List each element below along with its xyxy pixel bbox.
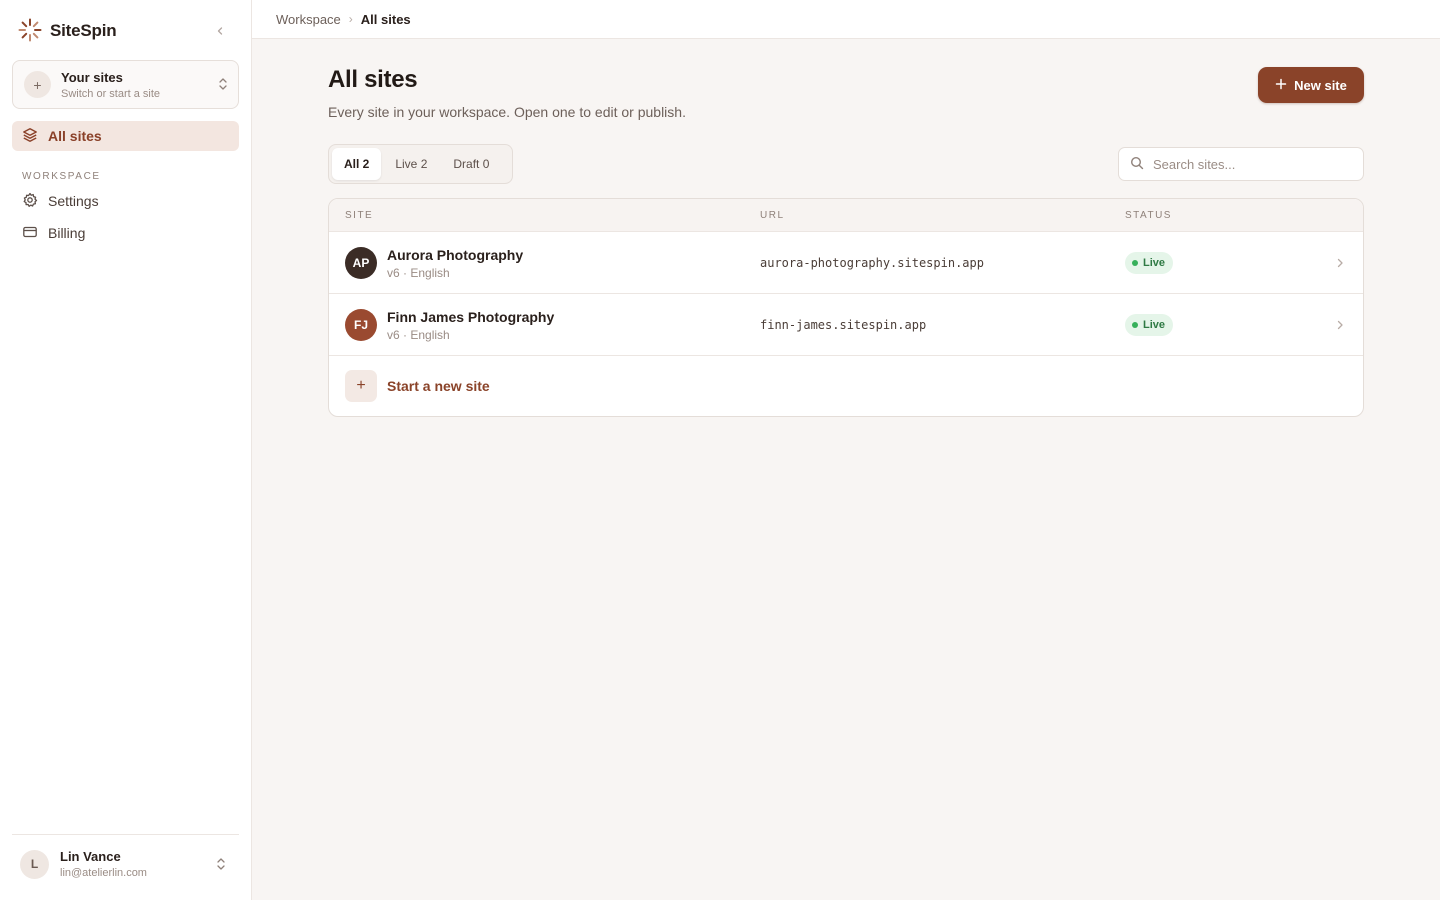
search-box (1118, 147, 1364, 181)
layers-icon (22, 127, 38, 146)
table-row[interactable]: AP Aurora Photography v6 · English auror… (329, 232, 1363, 294)
status-filter-tabs: All 2 Live 2 Draft 0 (328, 144, 513, 184)
site-name: Finn James Photography (387, 309, 555, 325)
switcher-title: Your sites (61, 69, 123, 85)
user-email: lin@atelierlin.com (60, 867, 147, 879)
chevron-up-down-icon[interactable] (216, 857, 226, 874)
site-switcher[interactable]: + Your sites Switch or start a site (12, 60, 239, 109)
breadcrumb: Workspace › All sites (252, 0, 1440, 39)
sidebar-item-label: All sites (48, 128, 102, 144)
column-header-site: SITE (345, 210, 374, 221)
sidebar-item-billing[interactable]: Billing (12, 219, 239, 247)
new-site-button[interactable]: New site (1258, 67, 1364, 103)
chevron-right-icon (1335, 318, 1345, 334)
site-name: Aurora Photography (387, 247, 524, 263)
plus-icon (1275, 78, 1287, 93)
column-header-status: STATUS (1125, 210, 1172, 221)
sidebar-item-all-sites[interactable]: All sites (12, 121, 239, 151)
column-header-url: URL (760, 210, 785, 221)
gear-icon (22, 192, 38, 211)
switcher-subtitle: Switch or start a site (61, 87, 161, 100)
new-site-label: New site (1294, 77, 1347, 93)
plus-icon: + (345, 370, 377, 402)
breadcrumb-current: All sites (360, 11, 411, 27)
status-label: Live (1143, 319, 1166, 331)
user-name: Lin Vance (60, 849, 121, 864)
avatar: FJ (345, 309, 377, 341)
page-subtitle: Every site in your workspace. Open one t… (328, 104, 686, 120)
breadcrumb-workspace[interactable]: Workspace (276, 12, 341, 27)
start-new-site-label: Start a new site (387, 378, 490, 394)
tab-all[interactable]: All 2 (332, 148, 382, 180)
sidebar-item-settings[interactable]: Settings (12, 187, 239, 215)
site-url: finn-james.sitespin.app (760, 318, 927, 332)
status-label: Live (1143, 257, 1166, 269)
brand-name: SiteSpin (50, 21, 117, 40)
table-header: SITE URL STATUS (329, 199, 1363, 232)
start-new-site-row[interactable]: + Start a new site (329, 356, 1363, 416)
status-dot-icon (1132, 260, 1138, 266)
section-label-workspace: WORKSPACE (22, 171, 101, 182)
sitespin-logo-icon (18, 18, 42, 45)
plus-icon: + (24, 71, 51, 98)
status-badge: Live (1125, 314, 1174, 336)
sidebar-item-label: Settings (48, 193, 99, 209)
search-input[interactable] (1153, 156, 1343, 172)
user-menu[interactable]: L Lin Vance lin@atelierlin.com (20, 849, 147, 879)
brand[interactable]: SiteSpin (18, 18, 117, 45)
chevron-up-down-icon (218, 77, 228, 94)
tab-draft[interactable]: Draft 0 (441, 148, 501, 180)
page-title: All sites (328, 66, 418, 93)
credit-card-icon (22, 224, 38, 243)
site-meta: v6 · English (387, 266, 450, 280)
sites-table: SITE URL STATUS AP Aurora Photography v6… (328, 198, 1364, 417)
status-dot-icon (1132, 322, 1138, 328)
collapse-sidebar-button[interactable] (211, 22, 229, 40)
chevron-right-icon (1335, 256, 1345, 272)
chevron-left-icon (217, 27, 223, 35)
avatar: L (20, 849, 49, 879)
search-icon (1130, 156, 1144, 173)
site-meta: v6 · English (387, 328, 450, 342)
avatar: AP (345, 247, 377, 279)
table-row[interactable]: FJ Finn James Photography v6 · English f… (329, 294, 1363, 356)
sidebar: SiteSpin + Your sites Switch or start a … (0, 0, 252, 900)
sidebar-item-label: Billing (48, 225, 86, 241)
site-url: aurora-photography.sitespin.app (760, 256, 984, 270)
tab-live[interactable]: Live 2 (383, 148, 439, 180)
breadcrumb-separator: › (348, 12, 353, 26)
divider (12, 834, 239, 835)
status-badge: Live (1125, 252, 1174, 274)
